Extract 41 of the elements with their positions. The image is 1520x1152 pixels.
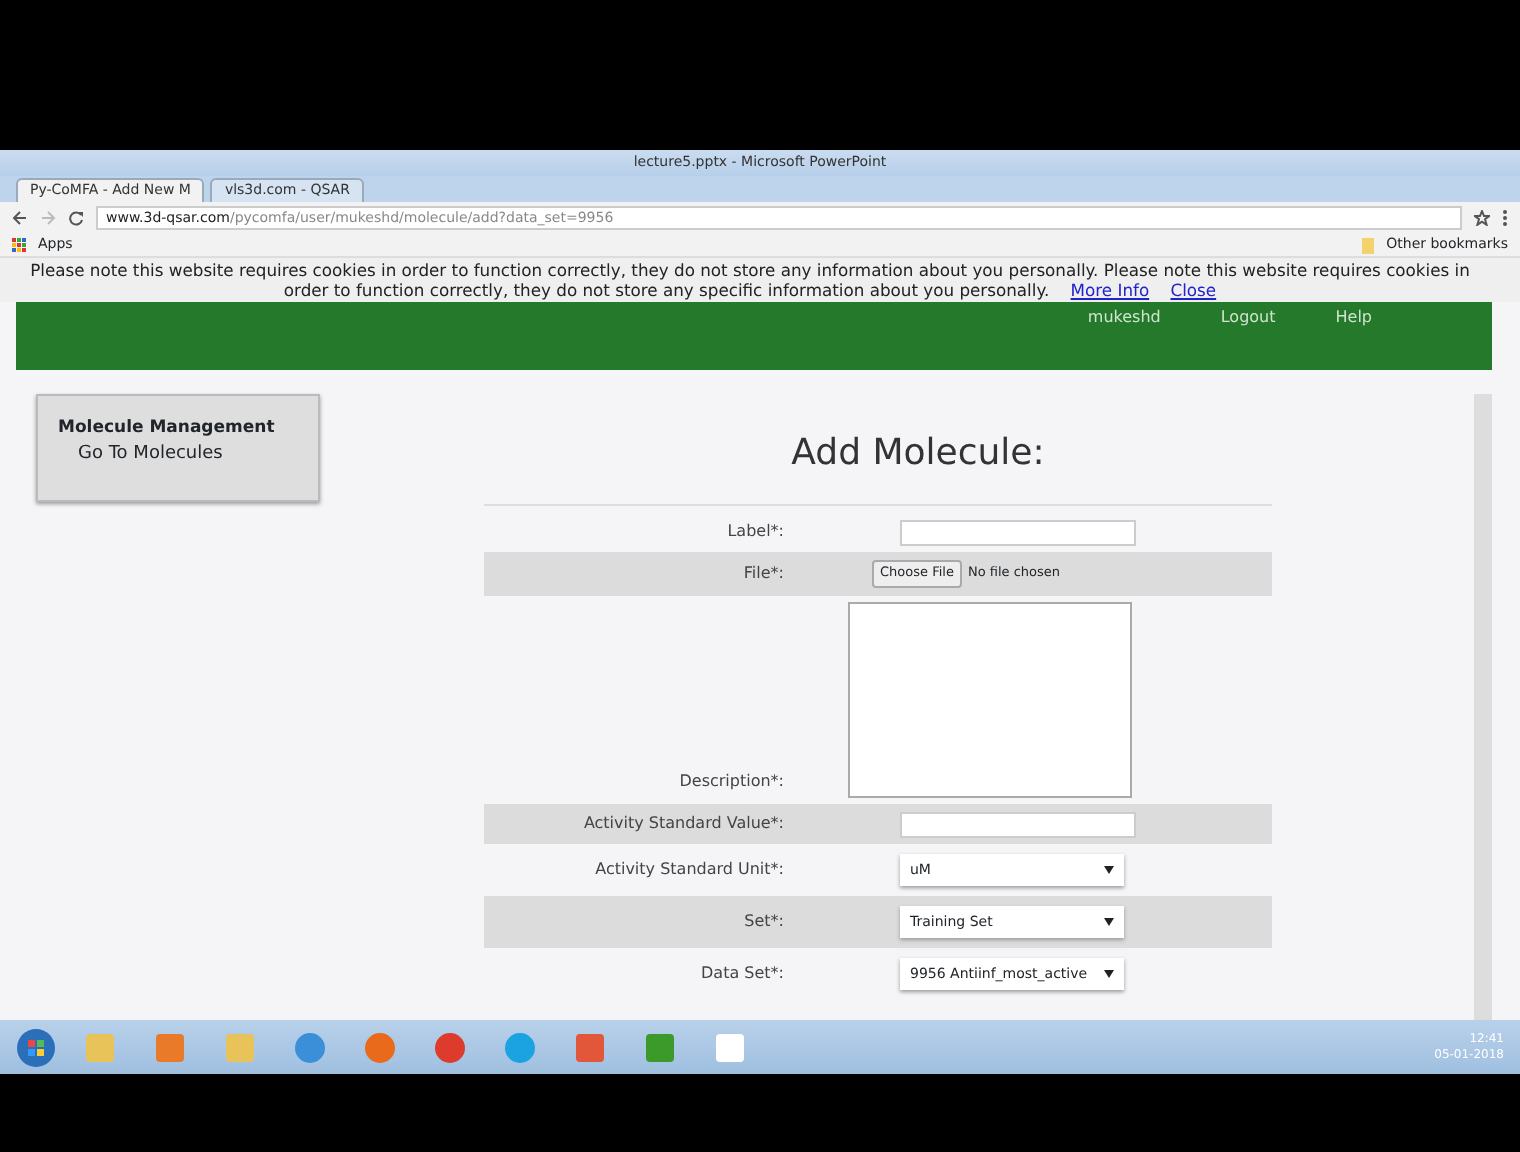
caret-icon (1104, 918, 1114, 926)
caret-icon (1104, 866, 1114, 874)
scrollbar[interactable] (1474, 394, 1492, 1020)
input-field[interactable] (900, 811, 1136, 837)
start-button[interactable] (16, 1027, 56, 1067)
star-icon[interactable] (1474, 210, 1490, 226)
back-icon[interactable] (12, 210, 28, 226)
field-label: File*: (741, 562, 786, 586)
apps-grid-icon[interactable] (12, 238, 26, 252)
taskbar-app-icon[interactable] (84, 1031, 116, 1063)
folder-icon (1362, 237, 1375, 253)
caret-icon (1104, 970, 1114, 978)
sidebar-link[interactable]: Go To Molecules (58, 441, 298, 469)
sidebar-title: Molecule Management (58, 416, 277, 442)
header-nav-link[interactable]: mukeshd (1087, 306, 1161, 330)
header-nav-link[interactable]: Logout (1220, 306, 1276, 330)
taskbar-app-icon[interactable] (434, 1031, 466, 1063)
taskbar-app-icon[interactable] (364, 1031, 396, 1063)
taskbar-app-icon[interactable] (224, 1031, 256, 1063)
textarea-field[interactable] (848, 602, 1132, 798)
field-label: Description*: (677, 770, 786, 794)
field-label: Set*: (742, 910, 786, 934)
cookie-notice: Please note this website requires cookies in order to function correctly, they do not store any information about you personally. Please note this website requires cookies in order to function correctly, they do not store any specific information about you personally. More Info Close (28, 260, 1472, 300)
field-label: Activity Standard Unit*: (593, 858, 786, 882)
field-label: Data Set*: (699, 962, 786, 986)
field-label: Activity Standard Value*: (581, 812, 786, 836)
form-title: Add Molecule: (789, 430, 1047, 478)
header-nav-link[interactable]: Help (1335, 306, 1372, 330)
input-field[interactable] (900, 519, 1136, 545)
cookie-link[interactable]: More Info (1070, 280, 1150, 300)
menu-icon[interactable] (1502, 210, 1508, 226)
taskbar-app-icon[interactable] (574, 1031, 606, 1063)
taskbar-app-icon[interactable] (504, 1031, 536, 1063)
cookie-link[interactable]: Close (1170, 280, 1217, 300)
forward-icon[interactable] (40, 210, 56, 226)
taskbar-app-icon[interactable] (154, 1031, 186, 1063)
taskbar-app-icon[interactable] (294, 1031, 326, 1063)
taskbar-app-icon[interactable] (714, 1031, 746, 1063)
field-label: Label*: (725, 520, 786, 544)
taskbar-app-icon[interactable] (644, 1031, 676, 1063)
reload-icon[interactable] (68, 210, 84, 226)
